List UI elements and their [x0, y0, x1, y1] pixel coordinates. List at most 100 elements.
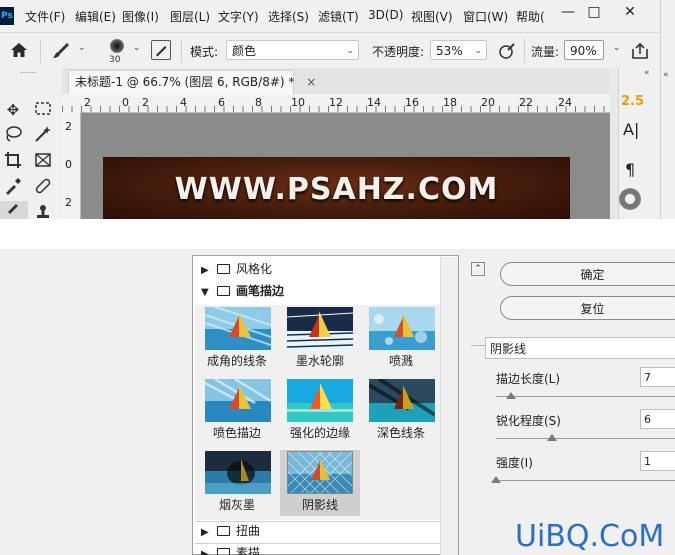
ok-button[interactable]: 确定	[500, 262, 675, 286]
flow-input[interactable]: 90%	[564, 40, 604, 60]
menu-edit[interactable]: 编辑(E)	[75, 8, 116, 25]
ruler-ticks	[62, 106, 610, 112]
triangle-right-icon: ▶	[201, 549, 209, 555]
thumb-accented-edges[interactable]	[287, 379, 353, 422]
pressure-opacity-icon[interactable]	[496, 40, 518, 62]
airbrush-icon[interactable]	[630, 41, 650, 61]
opacity-label: 不透明度:	[372, 45, 425, 59]
category-sketch[interactable]: ▶ 素描	[195, 543, 440, 555]
menu-type[interactable]: 文字(Y)	[218, 8, 259, 25]
category-stylize[interactable]: ▶ 风格化	[195, 259, 440, 280]
opacity-input[interactable]: 53% ⌄	[430, 40, 487, 60]
opacity-value: 53%	[436, 44, 463, 58]
menu-layer[interactable]: 图层(L)	[170, 8, 210, 25]
menu-help[interactable]: 帮助(	[516, 8, 545, 25]
thumb-label: 烟灰墨	[218, 498, 255, 512]
close-tab-icon[interactable]: ×	[306, 75, 316, 89]
menu-image[interactable]: 图像(I)	[122, 8, 159, 25]
chevron-down-icon[interactable]: ⌄	[133, 43, 141, 53]
thumb-crosshatch[interactable]	[287, 451, 353, 494]
thumb-ink-outlines[interactable]	[287, 307, 353, 350]
filter-select-value: 阴影线	[490, 342, 527, 356]
healing-brush-icon[interactable]	[30, 175, 56, 201]
thumb-label: 墨水轮廓	[295, 354, 344, 368]
menu-view[interactable]: 视图(V)	[411, 8, 453, 25]
character-size-label[interactable]: 2.5	[621, 94, 644, 109]
strength-slider[interactable]	[496, 480, 675, 481]
chevron-down-icon[interactable]: ⌄	[613, 43, 621, 53]
category-label: 扭曲	[236, 524, 261, 538]
thumb-label: 喷色描边	[212, 426, 261, 440]
frame-tool-icon[interactable]	[30, 149, 56, 175]
brush-settings-icon[interactable]	[151, 40, 171, 60]
flow-label: 流量:	[531, 45, 560, 59]
chevron-down-icon[interactable]: ⌄	[78, 43, 86, 53]
thumb-label: 喷溅	[388, 354, 413, 368]
thumb-angled-strokes[interactable]	[205, 307, 271, 350]
thumb-dark-strokes[interactable]	[369, 379, 435, 422]
stroke-length-slider[interactable]	[496, 396, 675, 397]
thumb-sumi-e[interactable]	[205, 451, 271, 494]
lasso-tool-icon[interactable]	[0, 123, 26, 149]
menu-filter[interactable]: 滤镜(T)	[318, 8, 359, 25]
folder-icon	[217, 548, 230, 555]
divider	[471, 345, 485, 346]
sharpness-slider[interactable]	[496, 438, 675, 439]
paragraph-panel-icon[interactable]: ¶	[625, 160, 635, 179]
slider-thumb-icon[interactable]	[505, 392, 516, 399]
category-distort[interactable]: ▶ 扭曲	[195, 521, 440, 542]
preview-area[interactable]	[0, 249, 185, 555]
sharpness-label: 锐化程度(S)	[496, 414, 561, 428]
document-canvas[interactable]: WWW.PSAHZ.COM	[103, 157, 570, 219]
close-button[interactable]: ✕	[612, 0, 648, 26]
brush-tool-icon[interactable]	[50, 40, 72, 62]
brush-preset-picker[interactable]	[104, 37, 130, 57]
thumb-sprayed-strokes[interactable]	[205, 379, 271, 422]
document-tab[interactable]: 未标题-1 @ 66.7% (图层 6, RGB/8#) * ×	[68, 70, 316, 94]
stamp-tool-icon[interactable]	[30, 201, 56, 219]
ruler-number: 2	[65, 196, 72, 209]
category-label: 风格化	[236, 262, 273, 276]
slider-thumb-icon[interactable]	[546, 434, 557, 441]
category-label: 画笔描边	[236, 284, 285, 298]
stroke-length-label: 描边长度(L)	[496, 372, 561, 386]
blend-mode-select[interactable]: 颜色 ⌄	[226, 40, 359, 60]
menu-window[interactable]: 窗口(W)	[463, 8, 508, 25]
crop-tool-icon[interactable]	[0, 149, 26, 175]
slider-thumb-icon[interactable]	[491, 476, 501, 483]
window-edge: «	[660, 0, 675, 219]
collapse-gallery-icon[interactable]: ⌃	[471, 262, 485, 276]
folder-icon	[217, 526, 230, 536]
move-tool-icon[interactable]: ✥	[0, 97, 26, 123]
settings-panel: ⌃ 确定 复位 阴影线 描边长度(L) 7 锐化程度(S) 6 强度(I) 1	[467, 249, 675, 555]
eyedropper-icon[interactable]	[0, 175, 26, 201]
strength-input[interactable]: 1	[640, 451, 675, 471]
sharpness-input[interactable]: 6	[640, 409, 675, 429]
panel-divider	[610, 68, 618, 219]
menu-file[interactable]: 文件(F)	[25, 8, 65, 25]
brush-tool-selected-icon[interactable]	[0, 201, 28, 219]
collapse-arrows-icon[interactable]: «	[644, 68, 650, 78]
marquee-tool-icon[interactable]	[30, 97, 56, 123]
ruler-number: 0	[65, 158, 72, 171]
character-panel-icon[interactable]: A|	[623, 120, 639, 139]
stroke-length-input[interactable]: 7	[640, 367, 675, 387]
menu-3d[interactable]: 3D(D)	[368, 8, 403, 22]
category-brush-strokes[interactable]: ▼ 画笔描边	[195, 281, 440, 302]
expand-panels-icon[interactable]: «	[663, 70, 669, 80]
magic-wand-icon[interactable]	[30, 123, 56, 149]
home-icon[interactable]	[8, 39, 30, 61]
photoshop-logo: Ps	[0, 7, 14, 25]
filter-list-scrollbar[interactable]	[440, 257, 458, 555]
category-label: 素描	[236, 546, 261, 555]
brush-size: 30	[109, 55, 121, 65]
menu-select[interactable]: 选择(S)	[268, 8, 309, 25]
maximize-button[interactable]: □	[576, 0, 612, 26]
glyphs-panel-icon[interactable]	[619, 188, 641, 210]
strength-label: 强度(I)	[496, 456, 533, 470]
toolbar: ⋯⋯ ✥	[0, 68, 63, 219]
reset-button[interactable]: 复位	[500, 296, 675, 320]
filter-select[interactable]: 阴影线	[485, 337, 675, 359]
thumb-spatter[interactable]	[369, 307, 435, 350]
thumb-label-selected: 阴影线	[301, 498, 338, 512]
